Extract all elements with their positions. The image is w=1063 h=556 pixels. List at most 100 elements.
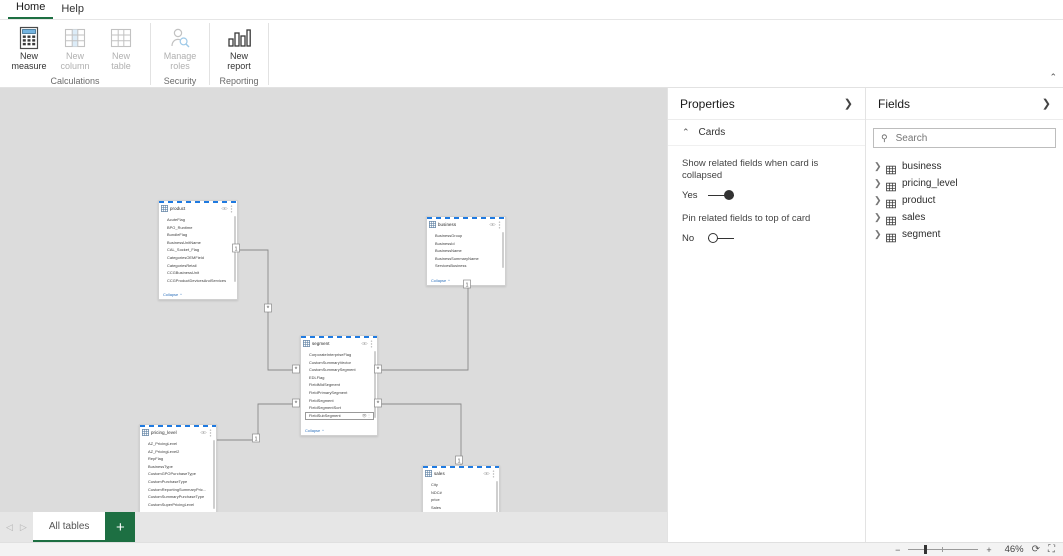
card-scrollbar[interactable]: [501, 232, 504, 268]
fit-to-screen-icon[interactable]: ⛶: [1048, 544, 1055, 555]
table-field-row[interactable]: FieldMidSegment: [309, 381, 374, 389]
ribbon-tab-home[interactable]: Home: [8, 0, 54, 19]
chevron-right-icon[interactable]: ❯: [874, 178, 882, 189]
table-field-row[interactable]: BusinessGroup: [435, 232, 502, 240]
table-field-row[interactable]: BusinessName: [435, 247, 502, 255]
fields-table-row[interactable]: ❯ product: [866, 192, 1063, 209]
model-canvas[interactable]: product AcuteFlag BPO_Runtime BundleFlag Bus…: [0, 88, 667, 512]
ribbon-tab-help[interactable]: Help: [53, 2, 92, 19]
fields-table-row[interactable]: ❯ business: [866, 158, 1063, 175]
table-field-row[interactable]: BusinessSummaryName: [435, 255, 502, 263]
card-more-options-icon[interactable]: [498, 220, 502, 229]
table-field-row[interactable]: CustomSummaryVector: [309, 359, 374, 367]
refresh-icon[interactable]: ⟳: [1032, 544, 1040, 555]
tab-prev-icon[interactable]: ◁: [6, 522, 13, 533]
properties-section-cards[interactable]: ⌃ Cards: [668, 120, 865, 146]
card-scrollbar[interactable]: [233, 216, 236, 282]
fields-collapse-icon[interactable]: ❯: [1042, 97, 1051, 110]
card-scrollbar[interactable]: [495, 481, 498, 512]
table-field-row[interactable]: BusinessId: [435, 240, 502, 248]
table-field-row[interactable]: FieldSegmentSort: [309, 404, 374, 412]
table-field-row[interactable]: price: [431, 496, 496, 504]
zoom-out-button[interactable]: −: [895, 545, 900, 555]
card-scrollbar[interactable]: [373, 351, 376, 418]
table-field-row-selected[interactable]: FieldSubSegment 👁 ⋮: [305, 411, 374, 421]
table-field-row[interactable]: City: [431, 481, 496, 489]
card-scrollbar[interactable]: [212, 440, 215, 509]
table-card[interactable]: business BusinessGroup BusinessId BusinessN…: [426, 216, 506, 286]
card-more-options-icon[interactable]: [209, 428, 213, 437]
card-more-options-icon[interactable]: [492, 469, 496, 478]
table-field-row[interactable]: CCGProductDevicesAndServices: [167, 277, 234, 285]
table-field-row[interactable]: RepFlag: [148, 455, 213, 463]
table-field-row[interactable]: AZ_PricingLevel2: [148, 448, 213, 456]
table-field-row[interactable]: CustomSummarySegment: [309, 366, 374, 374]
table-field-row[interactable]: CAL_Socket_Flag: [167, 246, 234, 254]
hide-eye-icon[interactable]: [221, 206, 228, 211]
card-more-options-icon[interactable]: [370, 339, 374, 348]
table-field-row[interactable]: FieldSegment: [309, 397, 374, 405]
tab-next-icon[interactable]: ▷: [20, 522, 27, 533]
setting-show-related-fields-toggle[interactable]: [708, 190, 734, 201]
hide-eye-icon[interactable]: [489, 222, 496, 227]
setting-pin-related-fields-toggle[interactable]: [708, 233, 734, 244]
table-field-row[interactable]: Sales: [431, 504, 496, 512]
table-field-row[interactable]: CustomSummaryPurchaseType: [148, 493, 213, 501]
add-tab-button[interactable]: +: [105, 512, 136, 542]
new-column-button[interactable]: New column: [52, 23, 98, 71]
table-field-row[interactable]: CustomPurchaseType: [148, 478, 213, 486]
search-input[interactable]: [893, 131, 1048, 145]
table-card-footer[interactable]: Collapse ^: [301, 426, 377, 435]
hide-eye-icon[interactable]: [483, 471, 490, 476]
fields-search-box[interactable]: ⚲: [873, 128, 1056, 148]
fields-table-row[interactable]: ❯ pricing_level: [866, 175, 1063, 192]
table-field-row[interactable]: CustomReportingSummaryPric...: [148, 486, 213, 494]
table-card-header[interactable]: segment: [301, 338, 377, 349]
table-field-row[interactable]: ServicesBusiness: [435, 262, 502, 270]
chevron-right-icon[interactable]: ❯: [874, 195, 882, 206]
table-field-row[interactable]: CustomGPOPurchaseType: [148, 470, 213, 478]
table-card-footer[interactable]: Collapse ^: [159, 290, 237, 299]
zoom-in-button[interactable]: +: [986, 545, 991, 555]
table-card[interactable]: product AcuteFlag BPO_Runtime BundleFlag Bus…: [158, 200, 238, 300]
hide-eye-icon[interactable]: [200, 430, 207, 435]
table-card-header[interactable]: sales: [423, 468, 499, 479]
table-field-row[interactable]: FieldPrimarySegment: [309, 389, 374, 397]
chevron-right-icon[interactable]: ❯: [874, 161, 882, 172]
chevron-right-icon[interactable]: ❯: [874, 229, 882, 240]
table-card[interactable]: salesCityNDC#priceSalestimeCollapse^: [422, 465, 500, 512]
table-card-header[interactable]: product: [159, 203, 237, 214]
new-measure-button[interactable]: New measure: [6, 23, 52, 71]
manage-roles-button[interactable]: Manage roles: [157, 23, 203, 71]
table-card-header[interactable]: business: [427, 219, 505, 230]
fields-table-row[interactable]: ❯ segment: [866, 226, 1063, 243]
table-card[interactable]: segment CorporateInterpriseFlag CustomSumm…: [300, 335, 378, 436]
table-field-row[interactable]: AZ_PricingLevel: [148, 440, 213, 448]
table-card-header[interactable]: pricing_level: [140, 427, 216, 438]
new-report-button[interactable]: New report: [216, 23, 262, 71]
table-field-row[interactable]: CustomSuperPricingLevel: [148, 501, 213, 509]
table-field-row[interactable]: CategoriesOEMField: [167, 254, 234, 262]
zoom-slider[interactable]: [908, 545, 979, 555]
new-table-button[interactable]: New table: [98, 23, 144, 71]
table-field-row[interactable]: EDLFlag: [309, 374, 374, 382]
table-field-row[interactable]: BundleFlag: [167, 231, 234, 239]
card-more-options-icon[interactable]: [230, 204, 234, 213]
table-card[interactable]: pricing_level AZ_PricingLevel AZ_PricingLe…: [139, 424, 217, 512]
collapse-ribbon-button[interactable]: ⌃: [1049, 72, 1057, 83]
hide-eye-icon[interactable]: [361, 341, 368, 346]
table-field-row[interactable]: AcuteFlag: [167, 216, 234, 224]
table-field-row[interactable]: BPO_Runtime: [167, 224, 234, 232]
table-card-footer[interactable]: Collapse ^: [427, 276, 505, 285]
properties-collapse-icon[interactable]: ❯: [844, 97, 853, 110]
table-field-row[interactable]: CCGBusinessUnit: [167, 269, 234, 277]
table-field-row[interactable]: CategoriesRetail: [167, 262, 234, 270]
table-field-row[interactable]: BusinessUnitName: [167, 239, 234, 247]
chevron-right-icon[interactable]: ❯: [874, 212, 882, 223]
fields-table-row[interactable]: ❯ sales: [866, 209, 1063, 226]
table-field-row[interactable]: NDC#: [431, 489, 496, 497]
table-field-row[interactable]: CorporateInterpriseFlag: [309, 351, 374, 359]
table-field-row[interactable]: BusinessType: [148, 463, 213, 471]
field-more-options-icon[interactable]: ⋮: [367, 413, 371, 419]
tab-all-tables[interactable]: All tables: [32, 512, 106, 542]
